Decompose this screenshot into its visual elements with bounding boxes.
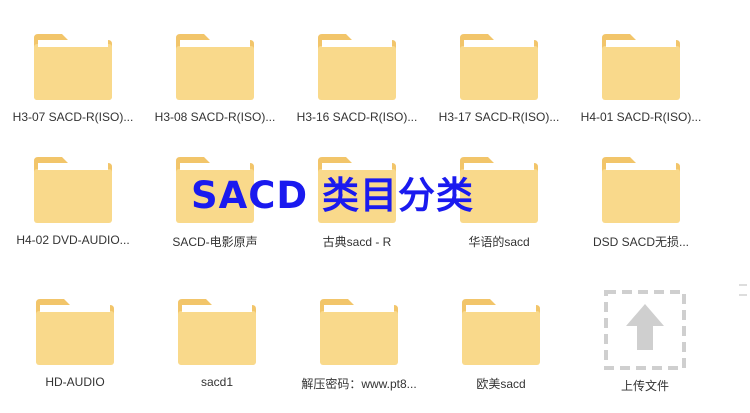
folder-item[interactable]: DSD SACD无损... [576,153,706,263]
folder-item[interactable]: H3-16 SACD-R(ISO)... [292,30,422,140]
folder-item[interactable]: sacd1 [152,295,282,405]
folder-item[interactable]: H3-08 SACD-R(ISO)... [150,30,280,140]
upload-label: 上传文件 [620,379,669,393]
folder-item[interactable]: HD-AUDIO [10,295,140,405]
folder-icon [36,299,114,365]
folder-icon [462,299,540,365]
folder-item[interactable]: H3-07 SACD-R(ISO)... [8,30,138,140]
folder-icon [34,157,112,223]
upload-arrow-icon [604,290,686,370]
folder-item[interactable]: H4-02 DVD-AUDIO... [8,153,138,263]
folder-name: H4-02 DVD-AUDIO... [16,233,130,247]
folder-name: H3-16 SACD-R(ISO)... [296,110,418,124]
scroll-indicator [739,284,747,296]
folder-icon [460,34,538,100]
folder-name: H3-17 SACD-R(ISO)... [438,110,560,124]
folder-name: 古典sacd - R [322,235,392,249]
folder-icon [320,299,398,365]
folder-name: H3-07 SACD-R(ISO)... [12,110,134,124]
folder-name: 华语的sacd [468,235,530,249]
folder-name: SACD-电影原声 [172,235,258,249]
folder-name: DSD SACD无损... [592,235,689,249]
folder-name: sacd1 [200,375,234,389]
folder-name: 欧美sacd [476,377,526,391]
folder-icon [318,34,396,100]
folder-icon [176,34,254,100]
folder-item[interactable]: 解压密码：www.pt8... [294,295,424,405]
folder-icon [34,34,112,100]
folder-icon [602,157,680,223]
folder-name: HD-AUDIO [45,375,105,389]
folder-name: H4-01 SACD-R(ISO)... [580,110,702,124]
folder-name: H3-08 SACD-R(ISO)... [154,110,276,124]
folder-item[interactable]: H4-01 SACD-R(ISO)... [576,30,706,140]
folder-item[interactable]: H3-17 SACD-R(ISO)... [434,30,564,140]
folder-icon [178,299,256,365]
folder-name: 解压密码：www.pt8... [301,377,417,391]
folder-item[interactable]: 欧美sacd [436,295,566,405]
overlay-title: SACD 类目分类 [191,174,475,217]
folder-icon [602,34,680,100]
